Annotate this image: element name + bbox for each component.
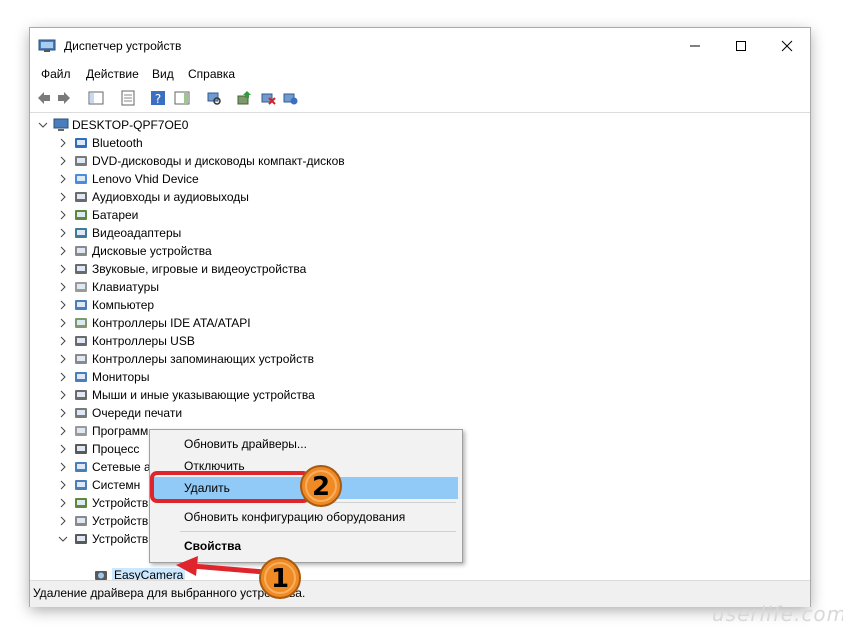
delete-highlight-frame [150, 471, 310, 503]
svg-text:1: 1 [271, 564, 289, 594]
watermark: userlife.com [712, 602, 843, 626]
arrow-head [176, 556, 198, 576]
svg-text:2: 2 [312, 472, 330, 502]
annotation-overlay [150, 471, 310, 576]
arrow-line [191, 563, 265, 575]
badge-1: 1 [258, 556, 302, 600]
badge-2: 2 [299, 464, 343, 508]
